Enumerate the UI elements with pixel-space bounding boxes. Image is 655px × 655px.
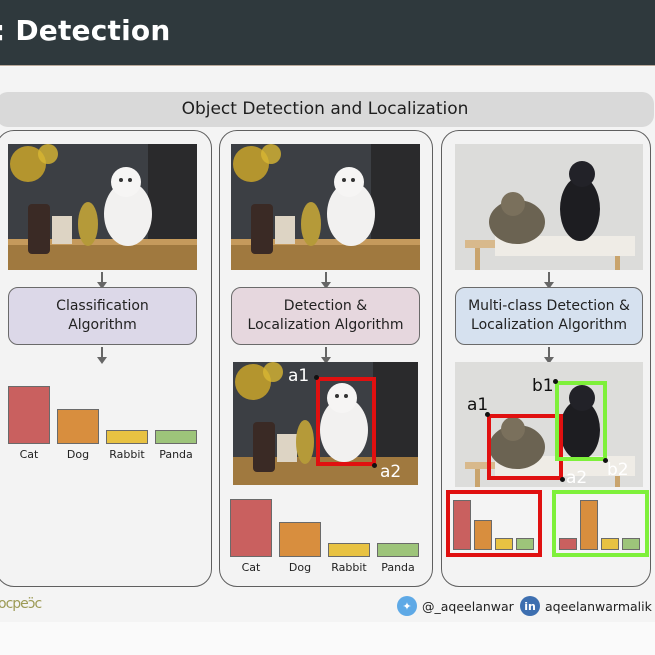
kitten-photo	[231, 144, 420, 270]
coord-label-b1: b1	[532, 376, 554, 396]
twitter-handle: @_aqeelanwar	[422, 598, 514, 614]
bar-panda	[155, 430, 197, 444]
bar-rabbit	[495, 538, 513, 550]
detection-localization-algorithm-box: Detection & Localization Algorithm	[231, 287, 420, 345]
multiclass-algorithm-box: Multi-class Detection & Localization Algo…	[455, 287, 643, 345]
bar-dog	[57, 409, 99, 444]
flow-arrow	[97, 272, 107, 289]
algo-label-line2: Localization Algorithm	[471, 317, 627, 333]
linkedin-handle: aqeelanwarmalik	[545, 598, 652, 614]
bar-cat	[230, 499, 272, 557]
twitter-bird-icon: ✦	[397, 596, 417, 616]
flow-arrow	[544, 272, 554, 289]
bar-cat	[8, 386, 50, 444]
algo-label-line1: Detection &	[283, 298, 368, 314]
coord-label-a1: a1	[467, 395, 489, 415]
bar-label-panda: Panda	[159, 448, 193, 461]
bar-panda	[516, 538, 534, 550]
algo-label-line2: Localization Algorithm	[247, 317, 404, 333]
corner-point-a2	[560, 477, 565, 482]
twitter-link[interactable]: ✦ @_aqeelanwar	[397, 595, 514, 617]
brand-logo: ocpeɔ̈c	[0, 596, 42, 612]
flow-arrow	[544, 347, 554, 364]
linkedin-link[interactable]: in aqeelanwarmalik	[520, 595, 652, 617]
kitten-photo	[8, 144, 197, 270]
corner-point-a2	[372, 463, 377, 468]
header-bar: : Detection	[0, 0, 655, 66]
bar-label-panda: Panda	[381, 561, 415, 574]
bar-cat	[559, 538, 577, 550]
flow-arrow	[97, 347, 107, 364]
linkedin-icon: in	[520, 596, 540, 616]
section-banner: Object Detection and Localization	[0, 92, 654, 127]
bar-cat	[453, 500, 471, 550]
bounding-box-a	[316, 377, 376, 466]
cat-dog-photo	[455, 144, 643, 270]
classification-algorithm-box: Classification Algorithm	[8, 287, 197, 345]
coord-label-a2: a2	[566, 468, 588, 488]
coord-label-a2: a2	[380, 462, 402, 482]
corner-point-b1	[553, 379, 558, 384]
algo-label-line1: Classification	[56, 298, 149, 314]
bar-rabbit	[601, 538, 619, 550]
algo-label-line2: Algorithm	[68, 317, 137, 333]
flow-arrow	[321, 272, 331, 289]
flow-arrow	[321, 347, 331, 364]
bar-dog	[279, 522, 321, 557]
bar-panda	[377, 543, 419, 557]
bar-panda	[622, 538, 640, 550]
bottom-strip	[0, 622, 655, 655]
page-title: : Detection	[0, 14, 171, 47]
bounding-box-b	[555, 381, 607, 461]
bar-dog	[474, 520, 492, 550]
bar-dog	[580, 500, 598, 550]
bounding-box-a	[487, 414, 563, 480]
coord-label-b2: b2	[607, 460, 629, 480]
bar-rabbit	[328, 543, 370, 557]
algo-label-line1: Multi-class Detection &	[468, 298, 630, 314]
bar-rabbit	[106, 430, 148, 444]
coord-label-a1: a1	[288, 366, 310, 386]
corner-point-a1	[314, 375, 319, 380]
